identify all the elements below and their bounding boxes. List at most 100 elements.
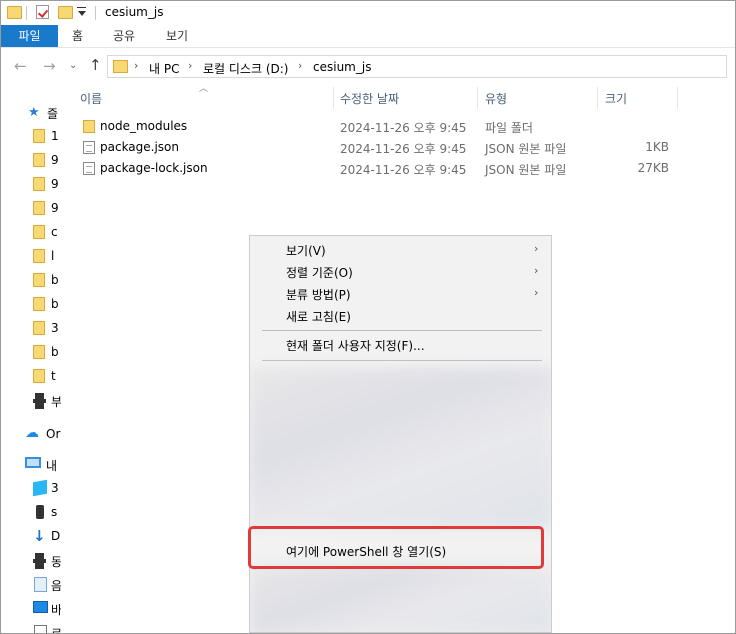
- nav-folder-label[interactable]: 3: [51, 321, 59, 335]
- nav-pc-label[interactable]: 동: [51, 553, 61, 570]
- column-divider[interactable]: [597, 87, 598, 109]
- nav-pc-label[interactable]: 바: [51, 601, 61, 618]
- column-header-type[interactable]: 유형: [485, 90, 507, 107]
- quick-access-label[interactable]: 즐: [47, 105, 58, 122]
- download-arrow-icon[interactable]: ↓: [33, 527, 47, 545]
- blurred-menu-region: [250, 368, 551, 528]
- nav-folder-icon[interactable]: [33, 369, 47, 385]
- breadcrumb-this-pc[interactable]: 내 PC: [149, 60, 179, 77]
- onedrive-label[interactable]: Or: [46, 427, 60, 441]
- sort-ascending-caret-icon: ︿: [199, 84, 209, 94]
- tab-share[interactable]: 공유: [113, 25, 135, 47]
- file-modified: 2024-11-26 오후 9:45: [340, 121, 467, 135]
- nav-folder-label[interactable]: 9: [51, 153, 59, 167]
- 3d-objects-icon[interactable]: [33, 479, 47, 497]
- nav-folder-icon[interactable]: [33, 345, 47, 361]
- nav-pc-label[interactable]: 로: [51, 625, 61, 633]
- nav-folder-label[interactable]: 1: [51, 129, 59, 143]
- nav-folder-label[interactable]: b: [51, 273, 59, 287]
- column-header-name[interactable]: 이름: [80, 90, 102, 107]
- menu-separator: [262, 330, 542, 331]
- column-divider[interactable]: [477, 87, 478, 109]
- properties-check-icon[interactable]: [36, 5, 49, 19]
- file-size: 1KB: [645, 140, 669, 154]
- star-icon: ★: [28, 105, 40, 120]
- column-header-modified[interactable]: 수정한 날짜: [340, 90, 399, 107]
- file-type: JSON 원본 파일: [485, 163, 567, 177]
- desktop-icon[interactable]: [33, 601, 48, 613]
- nav-folder-icon[interactable]: [33, 273, 47, 289]
- breadcrumb-cesium-js[interactable]: cesium_js: [313, 60, 371, 74]
- nav-folder-label[interactable]: l: [51, 249, 54, 263]
- explorer-window: cesium_js 파일 홈 공유 보기 ← → ⌄ ↑ › 내 PC › 로컬…: [0, 0, 736, 634]
- nav-video-icon[interactable]: [33, 553, 47, 569]
- nav-folder-label[interactable]: t: [51, 369, 56, 383]
- file-name[interactable]: package-lock.json: [100, 161, 208, 175]
- recent-locations-chevron-icon[interactable]: ⌄: [69, 60, 77, 71]
- menu-item-sort-by[interactable]: 정렬 기준(O): [286, 264, 353, 281]
- up-arrow-icon[interactable]: ↑: [89, 56, 102, 74]
- address-folder-icon: [113, 60, 128, 73]
- breadcrumb-local-disk[interactable]: 로컬 디스크 (D:): [203, 60, 288, 77]
- nav-folder-icon[interactable]: [33, 177, 47, 193]
- submenu-chevron-icon: ›: [534, 242, 539, 255]
- column-divider[interactable]: [677, 87, 678, 109]
- customize-toolbar-dropdown-icon[interactable]: [77, 7, 86, 18]
- menu-separator: [262, 360, 542, 361]
- onedrive-cloud-icon: ☁: [25, 425, 39, 441]
- nav-folder-label[interactable]: c: [51, 225, 58, 239]
- tab-home[interactable]: 홈: [72, 25, 83, 47]
- blurred-menu-region: [250, 566, 551, 632]
- window-title: cesium_js: [105, 5, 164, 19]
- nav-video-label[interactable]: 부: [51, 393, 61, 410]
- nav-folder-label[interactable]: 9: [51, 201, 59, 215]
- menu-item-refresh[interactable]: 새로 고침(E): [286, 308, 351, 325]
- back-arrow-icon[interactable]: ←: [14, 57, 27, 75]
- nav-folder-icon[interactable]: [33, 249, 47, 265]
- forward-arrow-icon[interactable]: →: [43, 57, 56, 75]
- menu-item-view[interactable]: 보기(V): [286, 242, 326, 259]
- nav-folder-icon[interactable]: [33, 225, 47, 241]
- json-file-icon: [83, 162, 95, 175]
- nav-pc-label[interactable]: 음: [51, 577, 61, 594]
- title-bar: cesium_js: [1, 1, 735, 25]
- nav-video-icon[interactable]: [33, 393, 47, 409]
- tab-file[interactable]: 파일: [1, 25, 58, 47]
- address-bar[interactable]: › 내 PC › 로컬 디스크 (D:) › cesium_js: [107, 55, 727, 78]
- nav-pc-label[interactable]: 3: [51, 481, 59, 495]
- nav-folder-icon[interactable]: [33, 321, 47, 337]
- menu-item-group-by[interactable]: 분류 방법(P): [286, 286, 351, 303]
- powershell-highlight-box: [248, 526, 544, 569]
- breadcrumb-chevron-icon[interactable]: ›: [134, 59, 138, 72]
- phone-icon[interactable]: [36, 505, 44, 519]
- nav-folder-icon[interactable]: [33, 297, 47, 313]
- nav-folder-label[interactable]: b: [51, 297, 59, 311]
- tab-view[interactable]: 보기: [166, 25, 188, 47]
- nav-folder-label[interactable]: b: [51, 345, 59, 359]
- file-type: JSON 원본 파일: [485, 142, 567, 156]
- nav-folder-icon[interactable]: [33, 129, 47, 145]
- json-file-icon: [83, 141, 95, 154]
- ribbon-tabs: 파일 홈 공유 보기: [1, 25, 735, 48]
- nav-folder-icon[interactable]: [33, 153, 47, 169]
- file-modified: 2024-11-26 오후 9:45: [340, 142, 467, 156]
- music-icon[interactable]: [34, 577, 47, 592]
- column-divider[interactable]: [333, 87, 334, 109]
- file-name[interactable]: node_modules: [100, 119, 187, 133]
- file-type: 파일 폴더: [485, 121, 533, 135]
- column-header-size[interactable]: 크기: [605, 90, 627, 107]
- file-size: 27KB: [637, 161, 669, 175]
- nav-pc-label[interactable]: D: [51, 529, 60, 543]
- breadcrumb-chevron-icon[interactable]: ›: [298, 59, 302, 72]
- nav-pc-label[interactable]: s: [51, 505, 57, 519]
- nav-folder-icon[interactable]: [33, 201, 47, 217]
- title-separator: [26, 6, 27, 20]
- new-folder-icon[interactable]: [58, 6, 73, 19]
- nav-folder-label[interactable]: 9: [51, 177, 59, 191]
- this-pc-label[interactable]: 내: [46, 457, 57, 474]
- folder-icon: [83, 120, 95, 133]
- documents-icon[interactable]: [34, 625, 47, 633]
- file-name[interactable]: package.json: [100, 140, 179, 154]
- menu-item-customize-folder[interactable]: 현재 폴더 사용자 지정(F)...: [286, 337, 425, 354]
- breadcrumb-chevron-icon[interactable]: ›: [188, 59, 192, 72]
